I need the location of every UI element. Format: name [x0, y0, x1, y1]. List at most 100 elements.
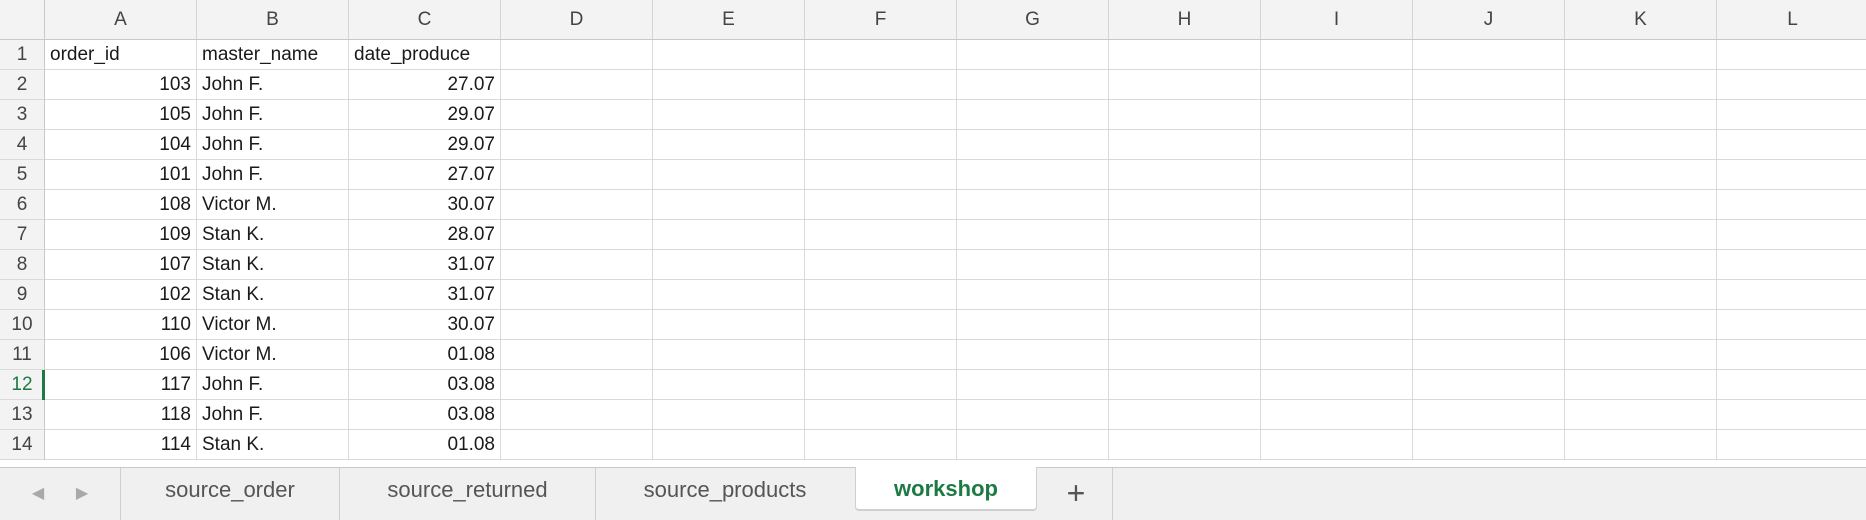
cell-h11[interactable] [1109, 340, 1261, 370]
cell-e10[interactable] [653, 310, 805, 340]
cell-d1[interactable] [501, 40, 653, 70]
cell-h13[interactable] [1109, 400, 1261, 430]
cell-l9[interactable] [1717, 280, 1866, 310]
cell-a13[interactable]: 118 [45, 400, 197, 430]
cell-e9[interactable] [653, 280, 805, 310]
cell-a4[interactable]: 104 [45, 130, 197, 160]
row-header-10[interactable]: 10 [0, 310, 45, 340]
cell-e1[interactable] [653, 40, 805, 70]
cell-i10[interactable] [1261, 310, 1413, 340]
column-header-e[interactable]: E [653, 0, 805, 40]
cell-k1[interactable] [1565, 40, 1717, 70]
cell-d9[interactable] [501, 280, 653, 310]
cell-a6[interactable]: 108 [45, 190, 197, 220]
cell-k6[interactable] [1565, 190, 1717, 220]
cell-k9[interactable] [1565, 280, 1717, 310]
cell-c6[interactable]: 30.07 [349, 190, 501, 220]
cell-l6[interactable] [1717, 190, 1866, 220]
column-header-k[interactable]: K [1565, 0, 1717, 40]
cell-j5[interactable] [1413, 160, 1565, 190]
cell-l10[interactable] [1717, 310, 1866, 340]
row-header-1[interactable]: 1 [0, 40, 45, 70]
cell-d4[interactable] [501, 130, 653, 160]
cell-k2[interactable] [1565, 70, 1717, 100]
cell-f5[interactable] [805, 160, 957, 190]
cell-d13[interactable] [501, 400, 653, 430]
cell-b14[interactable]: Stan K. [197, 430, 349, 460]
cell-i6[interactable] [1261, 190, 1413, 220]
cell-e7[interactable] [653, 220, 805, 250]
cell-a8[interactable]: 107 [45, 250, 197, 280]
cell-h14[interactable] [1109, 430, 1261, 460]
cell-f1[interactable] [805, 40, 957, 70]
cell-g12[interactable] [957, 370, 1109, 400]
cell-f14[interactable] [805, 430, 957, 460]
column-header-d[interactable]: D [501, 0, 653, 40]
cell-i11[interactable] [1261, 340, 1413, 370]
cell-l2[interactable] [1717, 70, 1866, 100]
row-header-9[interactable]: 9 [0, 280, 45, 310]
cell-d2[interactable] [501, 70, 653, 100]
cell-a7[interactable]: 109 [45, 220, 197, 250]
cell-d5[interactable] [501, 160, 653, 190]
cell-a9[interactable]: 102 [45, 280, 197, 310]
select-all-corner[interactable] [0, 0, 45, 40]
cell-g4[interactable] [957, 130, 1109, 160]
cell-a12[interactable]: 117 [45, 370, 197, 400]
cell-l7[interactable] [1717, 220, 1866, 250]
tab-source-products[interactable]: source_products [596, 468, 854, 520]
cell-h3[interactable] [1109, 100, 1261, 130]
cell-e6[interactable] [653, 190, 805, 220]
cell-f11[interactable] [805, 340, 957, 370]
cell-h2[interactable] [1109, 70, 1261, 100]
cell-l5[interactable] [1717, 160, 1866, 190]
cell-e13[interactable] [653, 400, 805, 430]
cell-f13[interactable] [805, 400, 957, 430]
row-header-12[interactable]: 12 [0, 370, 45, 400]
cell-i3[interactable] [1261, 100, 1413, 130]
cell-c11[interactable]: 01.08 [349, 340, 501, 370]
cell-c9[interactable]: 31.07 [349, 280, 501, 310]
cell-k11[interactable] [1565, 340, 1717, 370]
cell-g5[interactable] [957, 160, 1109, 190]
cell-c7[interactable]: 28.07 [349, 220, 501, 250]
cell-b6[interactable]: Victor M. [197, 190, 349, 220]
cell-j9[interactable] [1413, 280, 1565, 310]
cell-b3[interactable]: John F. [197, 100, 349, 130]
cell-i9[interactable] [1261, 280, 1413, 310]
cell-g14[interactable] [957, 430, 1109, 460]
column-header-b[interactable]: B [197, 0, 349, 40]
column-header-h[interactable]: H [1109, 0, 1261, 40]
cell-g11[interactable] [957, 340, 1109, 370]
column-header-c[interactable]: C [349, 0, 501, 40]
cell-i5[interactable] [1261, 160, 1413, 190]
cell-k13[interactable] [1565, 400, 1717, 430]
column-header-j[interactable]: J [1413, 0, 1565, 40]
row-header-2[interactable]: 2 [0, 70, 45, 100]
row-header-4[interactable]: 4 [0, 130, 45, 160]
row-header-7[interactable]: 7 [0, 220, 45, 250]
cell-b9[interactable]: Stan K. [197, 280, 349, 310]
cell-k4[interactable] [1565, 130, 1717, 160]
cell-e2[interactable] [653, 70, 805, 100]
column-header-a[interactable]: A [45, 0, 197, 40]
cell-l1[interactable] [1717, 40, 1866, 70]
cell-e5[interactable] [653, 160, 805, 190]
cell-e14[interactable] [653, 430, 805, 460]
cell-f3[interactable] [805, 100, 957, 130]
cell-d7[interactable] [501, 220, 653, 250]
cell-j1[interactable] [1413, 40, 1565, 70]
cell-h12[interactable] [1109, 370, 1261, 400]
cell-l8[interactable] [1717, 250, 1866, 280]
cell-k12[interactable] [1565, 370, 1717, 400]
cell-j7[interactable] [1413, 220, 1565, 250]
cell-h6[interactable] [1109, 190, 1261, 220]
row-header-11[interactable]: 11 [0, 340, 45, 370]
cell-j6[interactable] [1413, 190, 1565, 220]
cell-i4[interactable] [1261, 130, 1413, 160]
cell-g7[interactable] [957, 220, 1109, 250]
cell-a5[interactable]: 101 [45, 160, 197, 190]
cell-c5[interactable]: 27.07 [349, 160, 501, 190]
cell-b12[interactable]: John F. [197, 370, 349, 400]
cell-e8[interactable] [653, 250, 805, 280]
